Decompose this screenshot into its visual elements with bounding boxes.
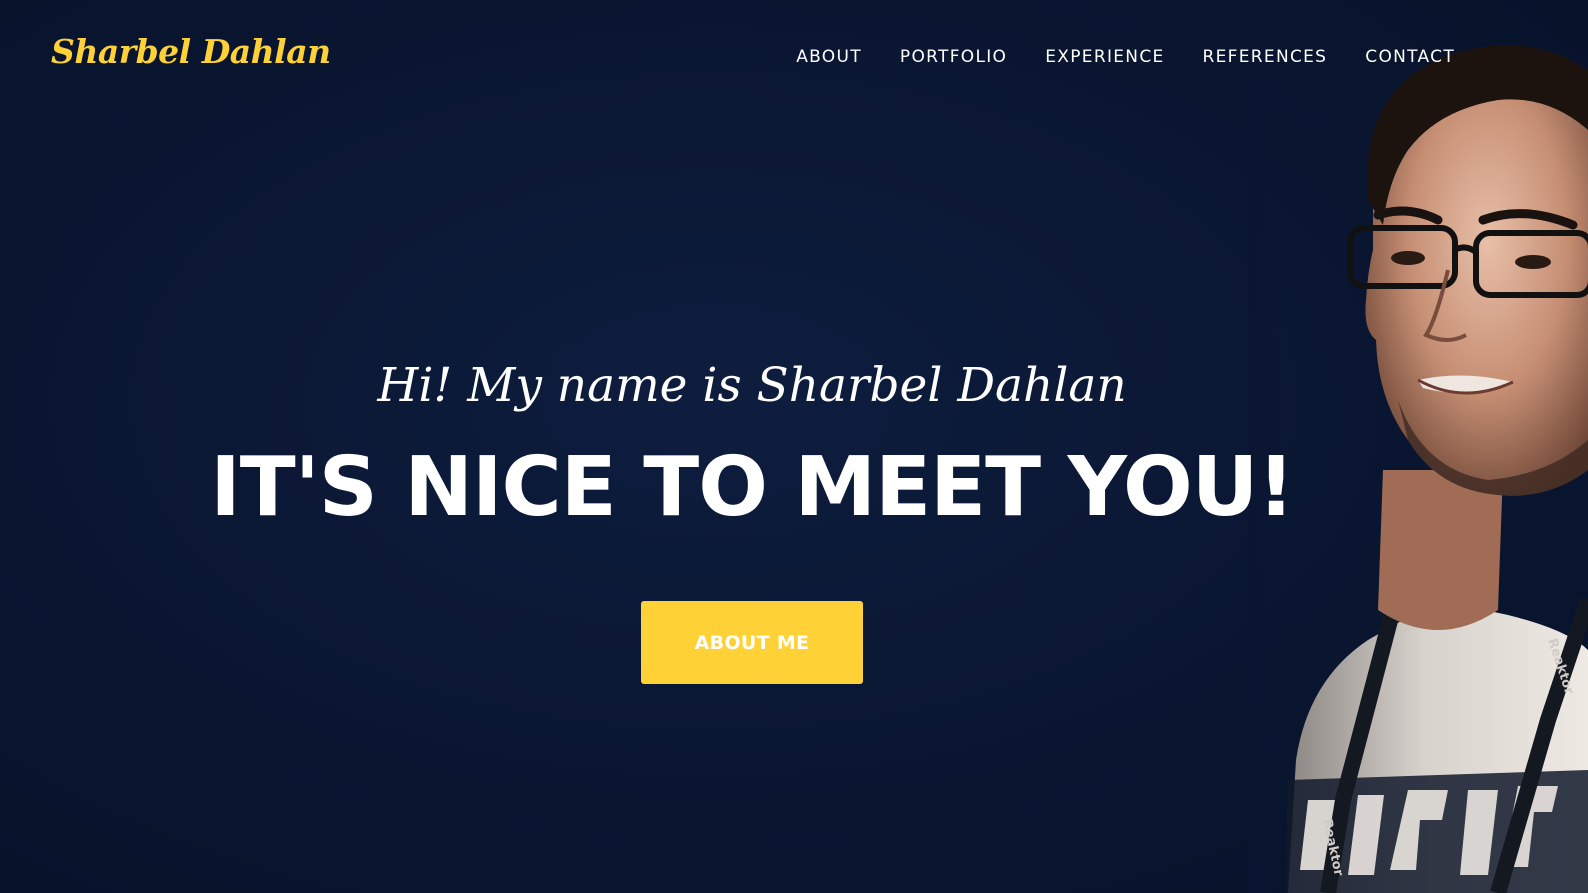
brand-logo[interactable]: Sharbel Dahlan <box>51 32 331 71</box>
nav-item-about: ABOUT <box>796 47 862 67</box>
nav-link-references[interactable]: REFERENCES <box>1203 47 1328 67</box>
nav-item-contact: CONTACT <box>1327 47 1455 67</box>
nav-item-portfolio: PORTFOLIO <box>862 47 1007 67</box>
nav-link-about[interactable]: ABOUT <box>796 47 862 67</box>
intro-lead-text: Hi! My name is Sharbel Dahlan <box>377 358 1127 413</box>
nav-link-portfolio[interactable]: PORTFOLIO <box>900 47 1007 67</box>
hero-section: Reaktor Reaktor Sharbel Dahlan ABOUT POR… <box>0 0 1588 893</box>
about-me-button[interactable]: ABOUT ME <box>641 601 863 684</box>
nav-link-experience[interactable]: EXPERIENCE <box>1045 47 1164 67</box>
intro-heading: IT'S NICE TO MEET YOU! <box>210 440 1294 535</box>
nav-item-experience: EXPERIENCE <box>1007 47 1164 67</box>
nav-item-references: REFERENCES <box>1165 47 1328 67</box>
nav-link-contact[interactable]: CONTACT <box>1365 47 1455 67</box>
main-nav: ABOUT PORTFOLIO EXPERIENCE REFERENCES CO… <box>796 47 1455 67</box>
